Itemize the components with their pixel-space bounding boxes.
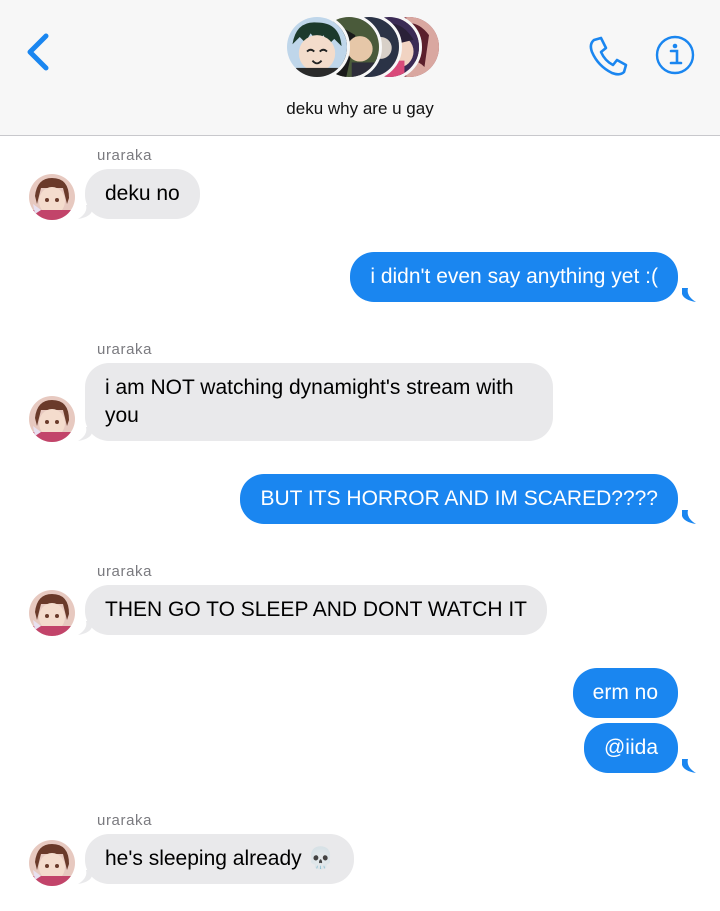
member-avatar: [284, 14, 350, 80]
group-title[interactable]: deku why are u gay: [0, 99, 720, 119]
bubble-tail: [78, 621, 92, 635]
sender-name: uraraka: [97, 563, 153, 580]
message-bubble-incoming[interactable]: deku no: [85, 169, 200, 219]
avatar[interactable]: [29, 396, 75, 442]
sender-name: uraraka: [97, 147, 153, 164]
bubble-tail: [682, 759, 696, 773]
phone-icon[interactable]: [586, 34, 630, 78]
message-bubble-incoming[interactable]: THEN GO TO SLEEP AND DONT WATCH IT: [85, 585, 548, 635]
message-bubble-incoming[interactable]: he's sleeping already 💀: [85, 834, 354, 884]
message-bubble-outgoing[interactable]: erm no: [572, 668, 678, 718]
bubble-tail: [682, 510, 696, 524]
avatar[interactable]: [29, 174, 75, 220]
message-bubble-outgoing[interactable]: i didn't even say anything yet :(: [350, 252, 678, 302]
avatar[interactable]: [29, 590, 75, 636]
sender-name: uraraka: [97, 812, 153, 829]
info-icon[interactable]: [654, 34, 696, 76]
chevron-left-icon[interactable]: [18, 30, 58, 74]
bubble-tail: [78, 870, 92, 884]
group-avatars[interactable]: [284, 14, 444, 84]
avatar[interactable]: [29, 840, 75, 886]
message-bubble-outgoing[interactable]: BUT ITS HORROR AND IM SCARED????: [240, 474, 678, 524]
chat-header: deku why are u gay: [0, 0, 720, 136]
message-bubble-outgoing[interactable]: @iida: [583, 723, 678, 773]
message-bubble-incoming[interactable]: i am NOT watching dynamight's stream wit…: [85, 363, 553, 441]
bubble-tail: [78, 427, 92, 441]
bubble-tail: [78, 205, 92, 219]
sender-name: uraraka: [97, 341, 153, 358]
bubble-tail: [682, 288, 696, 302]
